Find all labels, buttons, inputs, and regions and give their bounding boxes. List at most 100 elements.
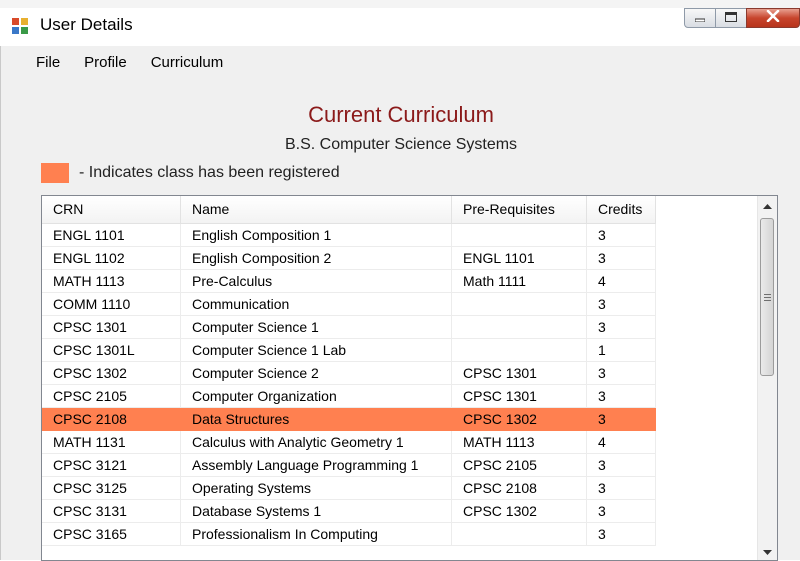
cell-prereq: CPSC 1302 [452, 500, 587, 523]
cell-credits: 3 [587, 523, 656, 546]
column-header-prerequisites[interactable]: Pre-Requisites [452, 196, 587, 223]
cell-crn: CPSC 3165 [42, 523, 181, 546]
scroll-up-icon [763, 196, 772, 214]
cell-name: Computer Science 1 [181, 316, 452, 339]
scroll-down-button[interactable] [758, 542, 777, 560]
cell-prereq: CPSC 1301 [452, 362, 587, 385]
registered-legend: - Indicates class has been registered [41, 163, 340, 183]
window-body: File Profile Curriculum Current Curricul… [0, 46, 800, 561]
table-row[interactable]: CPSC 1301L Computer Science 1 Lab 1 [42, 339, 656, 362]
cell-name: Computer Organization [181, 385, 452, 408]
cell-prereq: CPSC 2108 [452, 477, 587, 500]
cell-crn: CPSC 2108 [42, 408, 181, 431]
legend-text: - Indicates class has been registered [79, 164, 340, 181]
cell-name: Computer Science 1 Lab [181, 339, 452, 362]
scroll-down-icon [763, 542, 772, 560]
cell-credits: 3 [587, 362, 656, 385]
maximize-icon [725, 9, 737, 27]
minimize-icon [694, 9, 706, 27]
cell-prereq [452, 339, 587, 362]
menu-bar: File Profile Curriculum [26, 52, 235, 74]
cell-prereq: MATH 1113 [452, 431, 587, 454]
cell-prereq: CPSC 1301 [452, 385, 587, 408]
cell-crn: MATH 1131 [42, 431, 181, 454]
close-icon [766, 9, 780, 27]
scroll-up-button[interactable] [758, 196, 777, 214]
cell-prereq: ENGL 1101 [452, 247, 587, 270]
cell-crn: ENGL 1102 [42, 247, 181, 270]
cell-name: Professionalism In Computing [181, 523, 452, 546]
cell-credits: 4 [587, 270, 656, 293]
cell-credits: 3 [587, 477, 656, 500]
maximize-button[interactable] [715, 8, 747, 28]
cell-crn: CPSC 3131 [42, 500, 181, 523]
table-row[interactable]: CPSC 2105 Computer Organization CPSC 1301 3 [42, 385, 656, 408]
menu-curriculum[interactable]: Curriculum [139, 52, 236, 74]
title-bar[interactable]: User Details [0, 8, 800, 46]
cell-prereq [452, 316, 587, 339]
cell-name: Data Structures [181, 408, 452, 431]
cell-prereq [452, 293, 587, 316]
app-window-icon [12, 18, 28, 34]
top-strip [0, 0, 800, 8]
cell-name: Calculus with Analytic Geometry 1 [181, 431, 452, 454]
cell-crn: CPSC 1302 [42, 362, 181, 385]
menu-file[interactable]: File [26, 52, 72, 74]
cell-crn: CPSC 3125 [42, 477, 181, 500]
table-row[interactable]: CPSC 3165 Professionalism In Computing 3 [42, 523, 656, 546]
table-row[interactable]: CPSC 2108 Data Structures CPSC 1302 3 [42, 408, 656, 431]
table-row[interactable]: COMM 1110 Communication 3 [42, 293, 656, 316]
cell-crn: CPSC 1301L [42, 339, 181, 362]
cell-name: Assembly Language Programming 1 [181, 454, 452, 477]
cell-name: Database Systems 1 [181, 500, 452, 523]
column-header-crn[interactable]: CRN [42, 196, 181, 223]
cell-prereq: Math 1111 [452, 270, 587, 293]
table-row[interactable]: MATH 1113 Pre-Calculus Math 1111 4 [42, 270, 656, 293]
cell-name: English Composition 1 [181, 224, 452, 247]
cell-credits: 3 [587, 408, 656, 431]
list-header: CRN Name Pre-Requisites Credits [42, 196, 656, 224]
table-row[interactable]: ENGL 1102 English Composition 2 ENGL 1101 3 [42, 247, 656, 270]
cell-prereq [452, 224, 587, 247]
cell-credits: 1 [587, 339, 656, 362]
cell-name: Communication [181, 293, 452, 316]
curriculum-list[interactable]: CRN Name Pre-Requisites Credits ENGL 110… [41, 195, 778, 561]
scrollbar-grip [764, 294, 771, 303]
cell-credits: 3 [587, 224, 656, 247]
column-header-name[interactable]: Name [181, 196, 452, 223]
cell-crn: CPSC 1301 [42, 316, 181, 339]
program-name: B.S. Computer Science Systems [284, 136, 518, 153]
column-header-credits[interactable]: Credits [587, 196, 656, 223]
table-row[interactable]: CPSC 1302 Computer Science 2 CPSC 1301 3 [42, 362, 656, 385]
cell-crn: CPSC 3121 [42, 454, 181, 477]
menu-profile[interactable]: Profile [72, 52, 139, 74]
cell-credits: 4 [587, 431, 656, 454]
cell-prereq [452, 523, 587, 546]
window-controls [684, 8, 800, 30]
cell-credits: 3 [587, 385, 656, 408]
table-row[interactable]: ENGL 1101 English Composition 1 3 [42, 224, 656, 247]
cell-name: English Composition 2 [181, 247, 452, 270]
cell-crn: COMM 1110 [42, 293, 181, 316]
list-rows: ENGL 1101 English Composition 1 3 ENGL 110… [42, 224, 656, 546]
table-row[interactable]: CPSC 3125 Operating Systems CPSC 2108 3 [42, 477, 656, 500]
cell-crn: CPSC 2105 [42, 385, 181, 408]
cell-crn: MATH 1113 [42, 270, 181, 293]
cell-name: Pre-Calculus [181, 270, 452, 293]
cell-name: Computer Science 2 [181, 362, 452, 385]
table-row[interactable]: MATH 1131 Calculus with Analytic Geometry… [42, 431, 656, 454]
cell-prereq: CPSC 1302 [452, 408, 587, 431]
cell-credits: 3 [587, 500, 656, 523]
vertical-scrollbar[interactable] [757, 196, 777, 560]
close-button[interactable] [746, 8, 800, 28]
table-row[interactable]: CPSC 3131 Database Systems 1 CPSC 1302 3 [42, 500, 656, 523]
cell-credits: 3 [587, 247, 656, 270]
table-row[interactable]: CPSC 3121 Assembly Language Programming 1… [42, 454, 656, 477]
cell-crn: ENGL 1101 [42, 224, 181, 247]
scrollbar-thumb[interactable] [760, 218, 774, 376]
cell-prereq: CPSC 2105 [452, 454, 587, 477]
page-title: Current Curriculum [308, 102, 494, 127]
window-title: User Details [40, 15, 133, 34]
minimize-button[interactable] [684, 8, 716, 28]
table-row[interactable]: CPSC 1301 Computer Science 1 3 [42, 316, 656, 339]
